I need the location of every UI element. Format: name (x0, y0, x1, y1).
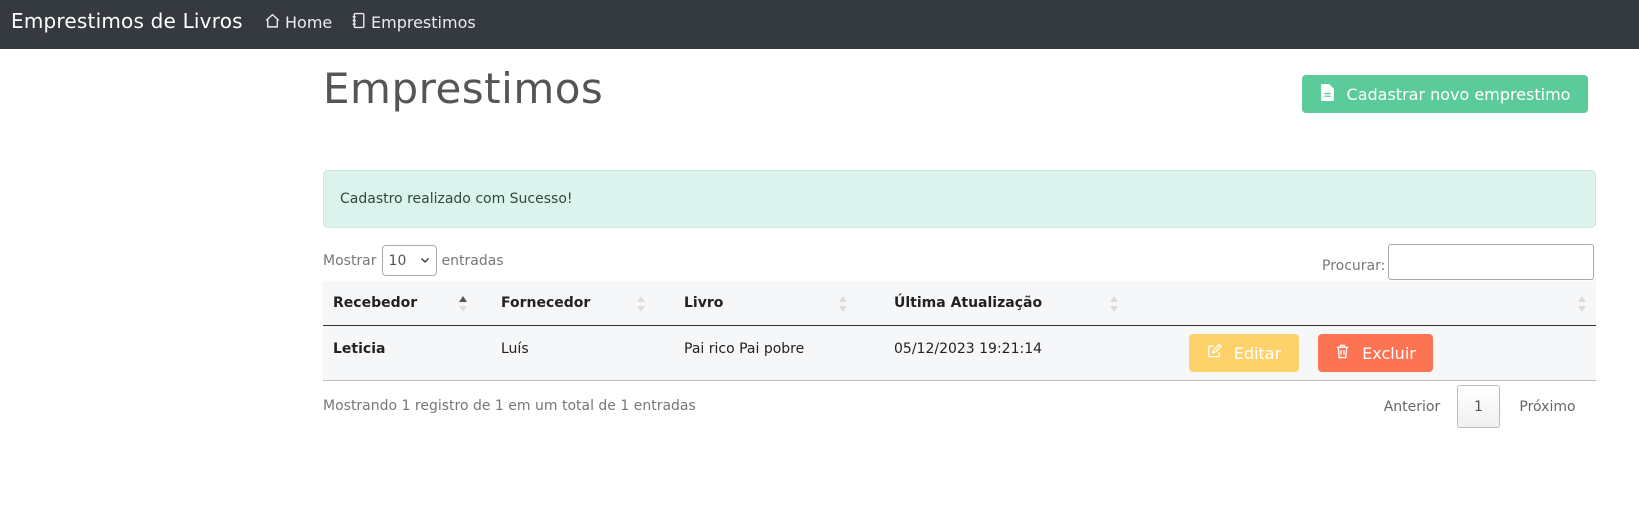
table-header: Recebedor Fornecedor Livro Última Atuali… (323, 281, 1596, 326)
success-alert: Cadastro realizado com Sucesso! (323, 170, 1596, 228)
page-length-select[interactable]: 10 (381, 245, 437, 276)
table-info: Mostrando 1 registro de 1 em um total de… (323, 398, 696, 414)
nav-link-label: Home (285, 13, 333, 32)
sort-icon[interactable] (838, 295, 848, 313)
house-icon (264, 12, 281, 33)
navbar-brand[interactable]: Emprestimos de Livros (11, 9, 243, 33)
cell-livro: Pai rico Pai pobre (684, 341, 805, 357)
delete-button[interactable]: Excluir (1318, 334, 1433, 372)
pencil-square-icon (1207, 343, 1222, 363)
pagination-next[interactable]: Próximo (1500, 399, 1595, 415)
sort-icon[interactable] (636, 295, 646, 313)
cell-fornecedor: Luís (501, 341, 529, 357)
pagination-page-1[interactable]: 1 (1457, 385, 1500, 428)
navbar: Emprestimos de Livros Home Emprestimos (0, 0, 1639, 49)
column-header-recebedor[interactable]: Recebedor (333, 295, 417, 311)
nav-link-home[interactable]: Home (264, 12, 332, 33)
pagination-previous[interactable]: Anterior (1367, 399, 1457, 415)
column-header-ultima-atualizacao[interactable]: Última Atualização (894, 295, 1042, 311)
search-control: Procurar: (1322, 244, 1595, 280)
page-title: Emprestimos (323, 64, 604, 113)
edit-button-label: Editar (1233, 343, 1282, 363)
journal-icon (350, 12, 367, 33)
cell-recebedor: Leticia (333, 341, 386, 357)
pagination: Anterior 1 Próximo (1367, 385, 1595, 428)
search-input[interactable] (1388, 244, 1595, 280)
sort-asc-icon[interactable] (458, 295, 468, 313)
sort-icon[interactable] (1577, 295, 1587, 313)
search-label: Procurar: (1322, 258, 1386, 274)
delete-button-label: Excluir (1362, 343, 1416, 363)
column-header-livro[interactable]: Livro (684, 295, 723, 311)
nav-link-emprestimos[interactable]: Emprestimos (350, 12, 476, 33)
chevron-down-icon (420, 253, 430, 269)
entries-label: entradas (441, 252, 504, 269)
cell-atualizacao: 05/12/2023 19:21:14 (894, 341, 1043, 357)
sort-icon[interactable] (1109, 295, 1119, 313)
table-row: Leticia Luís Pai rico Pai pobre 05/12/20… (323, 326, 1596, 381)
file-icon (1320, 83, 1335, 105)
loans-table: Recebedor Fornecedor Livro Última Atuali… (323, 281, 1596, 381)
page-length-value: 10 (388, 252, 407, 269)
show-label: Mostrar (323, 252, 377, 269)
alert-message: Cadastro realizado com Sucesso! (340, 191, 573, 207)
trash-icon (1335, 343, 1350, 363)
nav-link-label: Emprestimos (371, 13, 476, 32)
page-length-control: Mostrar 10 entradas (323, 245, 504, 276)
new-loan-button[interactable]: Cadastrar novo emprestimo (1302, 75, 1588, 113)
edit-button[interactable]: Editar (1189, 334, 1299, 372)
new-loan-button-label: Cadastrar novo emprestimo (1346, 84, 1571, 104)
column-header-fornecedor[interactable]: Fornecedor (501, 295, 590, 311)
